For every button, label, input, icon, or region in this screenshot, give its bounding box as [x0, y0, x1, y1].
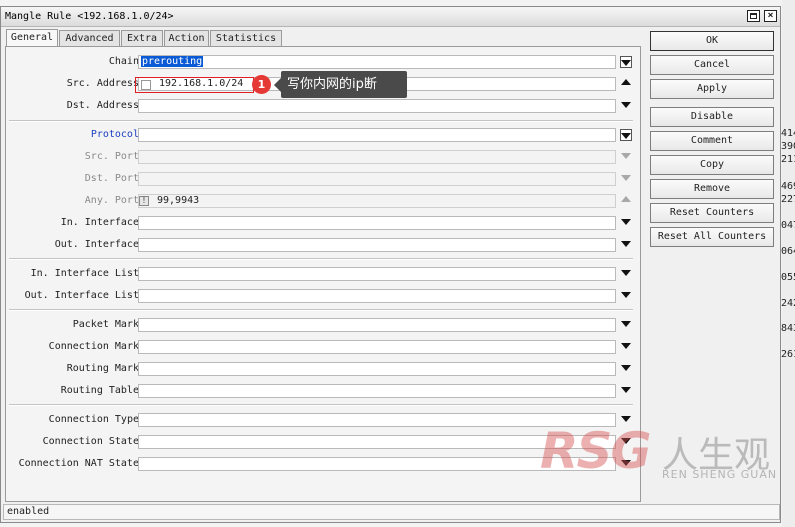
- any-port-field[interactable]: 99,9943: [138, 194, 616, 208]
- background-number: 390: [781, 141, 795, 152]
- chain-value: prerouting: [141, 56, 204, 67]
- disable-button[interactable]: Disable: [650, 107, 774, 127]
- routing-table-dropdown-icon[interactable]: [620, 384, 632, 396]
- routing-mark-label: Routing Mark:: [66, 363, 145, 374]
- status-bar: enabled: [3, 504, 780, 520]
- in-interface-field[interactable]: [138, 216, 616, 230]
- protocol-dropdown-icon[interactable]: [620, 129, 632, 141]
- window-title: Mangle Rule <192.168.1.0/24>: [5, 11, 174, 22]
- any-port-value: 99,9943: [157, 195, 200, 206]
- tab-action[interactable]: Action: [164, 30, 209, 46]
- background-number: 047: [781, 220, 795, 231]
- any-port-label: Any. Port:: [84, 195, 145, 206]
- protocol-label: Protocol:: [90, 129, 145, 140]
- reset-all-counters-button[interactable]: Reset All Counters: [650, 227, 774, 247]
- tab-extra[interactable]: Extra: [121, 30, 163, 46]
- status-text: enabled: [7, 506, 50, 517]
- routing-table-field[interactable]: [138, 384, 616, 398]
- packet-mark-label: Packet Mark:: [72, 319, 145, 330]
- out-interface-list-label: Out. Interface List:: [24, 290, 145, 301]
- connection-mark-dropdown-icon[interactable]: [620, 340, 632, 352]
- out-interface-field[interactable]: [138, 238, 616, 252]
- tab-statistics[interactable]: Statistics: [210, 30, 282, 46]
- out-interface-label: Out. Interface:: [54, 239, 145, 250]
- out-interface-list-dropdown-icon[interactable]: [620, 289, 632, 301]
- ok-button[interactable]: OK: [650, 31, 774, 51]
- divider: [9, 120, 633, 122]
- divider: [9, 258, 633, 260]
- background-number: 055: [781, 272, 795, 283]
- dst-port-field[interactable]: [138, 172, 616, 186]
- watermark-logo: RSG 人生观 REN SHENG GUAN: [540, 422, 790, 488]
- any-port-collapse-icon[interactable]: [620, 193, 632, 205]
- copy-button[interactable]: Copy: [650, 155, 774, 175]
- src-port-field[interactable]: [138, 150, 616, 164]
- in-interface-dropdown-icon[interactable]: [620, 216, 632, 228]
- dst-port-label: Dst. Port:: [84, 173, 145, 184]
- connection-mark-label: Connection Mark:: [48, 341, 145, 352]
- in-interface-list-dropdown-icon[interactable]: [620, 267, 632, 279]
- apply-button[interactable]: Apply: [650, 79, 774, 99]
- chain-field[interactable]: prerouting: [138, 55, 616, 69]
- watermark-rsg: RSG: [540, 422, 652, 480]
- dst-address-field[interactable]: [138, 99, 616, 113]
- cancel-button[interactable]: Cancel: [650, 55, 774, 75]
- out-interface-list-field[interactable]: [138, 289, 616, 303]
- any-port-negate-toggle[interactable]: !: [139, 196, 149, 206]
- close-icon[interactable]: ×: [764, 10, 777, 22]
- connection-nat-state-label: Connection NAT State:: [18, 458, 145, 469]
- packet-mark-dropdown-icon[interactable]: [620, 318, 632, 330]
- in-interface-list-field[interactable]: [138, 267, 616, 281]
- chain-dropdown-icon[interactable]: [620, 56, 632, 68]
- connection-mark-field[interactable]: [138, 340, 616, 354]
- out-interface-dropdown-icon[interactable]: [620, 238, 632, 250]
- dst-address-dropdown-icon[interactable]: [620, 99, 632, 111]
- maximize-icon[interactable]: [747, 10, 760, 22]
- remove-button[interactable]: Remove: [650, 179, 774, 199]
- divider: [9, 404, 633, 406]
- background-number: 843: [781, 323, 795, 334]
- connection-state-label: Connection State:: [42, 436, 145, 447]
- background-number: 242: [781, 298, 795, 309]
- annotation-tooltip: 写你内网的ip断: [274, 71, 407, 98]
- routing-mark-dropdown-icon[interactable]: [620, 362, 632, 374]
- src-address-label: Src. Address:: [66, 78, 145, 89]
- comment-button[interactable]: Comment: [650, 131, 774, 151]
- background-number: 064: [781, 246, 795, 257]
- routing-mark-field[interactable]: [138, 362, 616, 376]
- dst-port-dropdown-icon[interactable]: [620, 172, 632, 184]
- routing-table-label: Routing Table:: [60, 385, 145, 396]
- annotation-badge: 1: [252, 75, 271, 94]
- packet-mark-field[interactable]: [138, 318, 616, 332]
- src-port-dropdown-icon[interactable]: [620, 150, 632, 162]
- background-number: 211: [781, 154, 795, 165]
- background-number: 261: [781, 349, 795, 360]
- src-port-label: Src. Port:: [84, 151, 145, 162]
- tab-general[interactable]: General: [6, 29, 58, 47]
- tab-advanced[interactable]: Advanced: [59, 30, 120, 46]
- highlight-box: [135, 77, 254, 93]
- protocol-field[interactable]: [138, 128, 616, 142]
- background-number: 414: [781, 128, 795, 139]
- dst-address-label: Dst. Address:: [66, 100, 145, 111]
- title-bar[interactable]: Mangle Rule <192.168.1.0/24> ×: [1, 7, 780, 27]
- divider: [9, 309, 633, 311]
- background-number: 469: [781, 181, 795, 192]
- in-interface-list-label: In. Interface List:: [30, 268, 145, 279]
- background-number: 227: [781, 194, 795, 205]
- in-interface-label: In. Interface:: [60, 217, 145, 228]
- watermark-en: REN SHENG GUAN: [662, 468, 778, 481]
- reset-counters-button[interactable]: Reset Counters: [650, 203, 774, 223]
- connection-type-label: Connection Type:: [48, 414, 145, 425]
- src-address-collapse-icon[interactable]: [620, 76, 632, 88]
